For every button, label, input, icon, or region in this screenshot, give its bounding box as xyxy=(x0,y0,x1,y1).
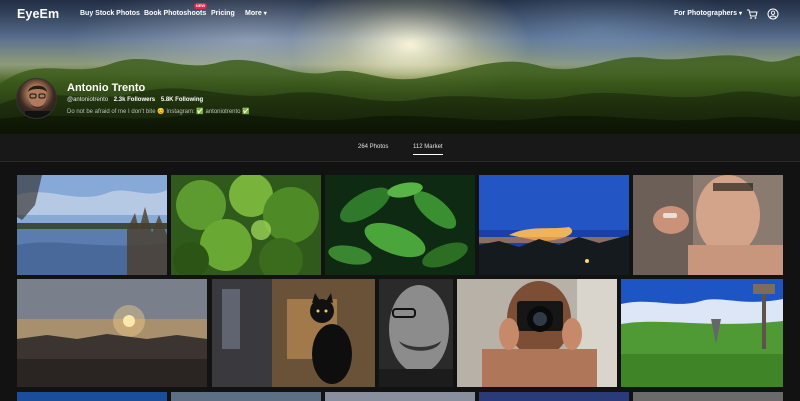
chevron-down-icon: ▾ xyxy=(739,11,743,17)
new-badge: NEW xyxy=(194,3,207,9)
nav-book-photoshoots[interactable]: Book Photoshoots xyxy=(144,10,206,17)
photo-bw-portrait[interactable] xyxy=(379,279,453,387)
photo-leaves-closeup[interactable] xyxy=(325,175,475,275)
nav-more[interactable]: More ▾ xyxy=(245,10,267,17)
photo-row3-1[interactable] xyxy=(17,392,167,401)
photo-black-cat[interactable] xyxy=(212,279,375,387)
top-nav: EyeEm Buy Stock Photos NEW Book Photosho… xyxy=(0,0,800,28)
photo-row3-2[interactable] xyxy=(171,392,321,401)
profile-tabs: 264 Photos 112 Market xyxy=(0,134,800,162)
profile-stats: @antoniotrento 2.3k Followers 5.8K Follo… xyxy=(67,97,203,103)
avatar[interactable] xyxy=(16,78,57,119)
profile-name: Antonio Trento xyxy=(67,82,146,94)
nav-buy-stock-photos[interactable]: Buy Stock Photos xyxy=(80,10,140,17)
for-photographers-label: For Photographers xyxy=(674,10,738,17)
photo-sunset-field[interactable] xyxy=(17,279,207,387)
avatar-photo xyxy=(25,85,50,118)
profile-header: Antonio Trento @antoniotrento 2.3k Follo… xyxy=(0,75,800,130)
nav-pricing[interactable]: Pricing xyxy=(211,10,235,17)
profile-bio: Do not be afraid of me I don't bite 😊 In… xyxy=(67,109,250,115)
photo-green-foliage[interactable] xyxy=(171,175,321,275)
photo-row3-4[interactable] xyxy=(479,392,629,401)
photo-row3-5[interactable] xyxy=(633,392,783,401)
profile-handle: @antoniotrento xyxy=(67,97,109,103)
photo-man-smoking[interactable] xyxy=(633,175,783,275)
chevron-down-icon: ▾ xyxy=(263,11,267,17)
eyeem-logo[interactable]: EyeEm xyxy=(17,7,59,21)
tab-market[interactable]: 112 Market xyxy=(413,144,443,155)
cart-icon[interactable] xyxy=(746,8,758,20)
photo-sunset-sky[interactable] xyxy=(479,175,629,275)
nav-more-label: More xyxy=(245,10,262,17)
user-icon[interactable] xyxy=(767,8,779,20)
following-count[interactable]: 5.8K Following xyxy=(161,97,203,103)
photo-lake-reflection[interactable] xyxy=(17,175,167,275)
photo-ski-lift-field[interactable] xyxy=(621,279,783,387)
followers-count[interactable]: 2.3k Followers xyxy=(114,97,155,103)
photo-grid xyxy=(0,174,800,401)
photo-camera-selfie[interactable] xyxy=(457,279,617,387)
photo-row3-3[interactable] xyxy=(325,392,475,401)
tab-photos[interactable]: 264 Photos xyxy=(358,144,388,150)
for-photographers-menu[interactable]: For Photographers ▾ xyxy=(674,10,742,17)
